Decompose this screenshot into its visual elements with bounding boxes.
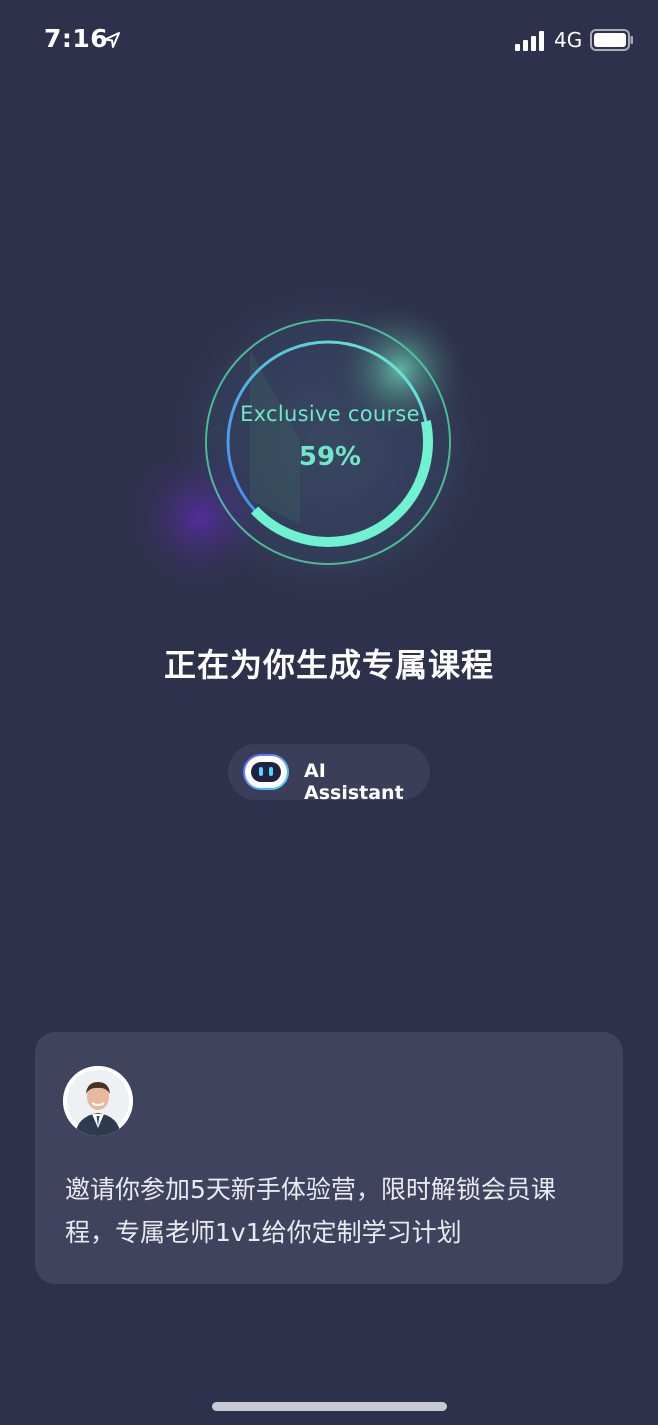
generating-title: 正在为你生成专属课程 [163, 646, 494, 684]
progress-percent: 59% [298, 442, 362, 472]
location-arrow-icon [104, 32, 120, 48]
status-time: 7:16 [44, 24, 109, 53]
signal-icon [515, 31, 544, 51]
invite-message: 邀请你参加5天新手体验营，限时解锁会员课程，专属老师1v1给你定制学习计划 [65, 1175, 556, 1247]
invite-card[interactable]: 邀请你参加5天新手体验营，限时解锁会员课程，专属老师1v1给你定制学习计划 [35, 1032, 623, 1284]
status-bar: 7:16 4G [0, 0, 658, 80]
course-progress: Exclusive course 59% [100, 260, 560, 640]
home-indicator[interactable] [212, 1402, 447, 1411]
robot-icon [243, 754, 289, 790]
battery-icon [590, 29, 633, 51]
ai-assistant-label: AI Assistant [304, 760, 404, 804]
network-type: 4G [554, 28, 583, 52]
ai-assistant-badge[interactable]: AI Assistant [228, 744, 430, 804]
teacher-avatar [63, 1066, 133, 1136]
screen: 7:16 4G Exclusive course 59% 正在为你生成专属课程 … [0, 0, 658, 1425]
progress-label: Exclusive course [240, 402, 420, 426]
